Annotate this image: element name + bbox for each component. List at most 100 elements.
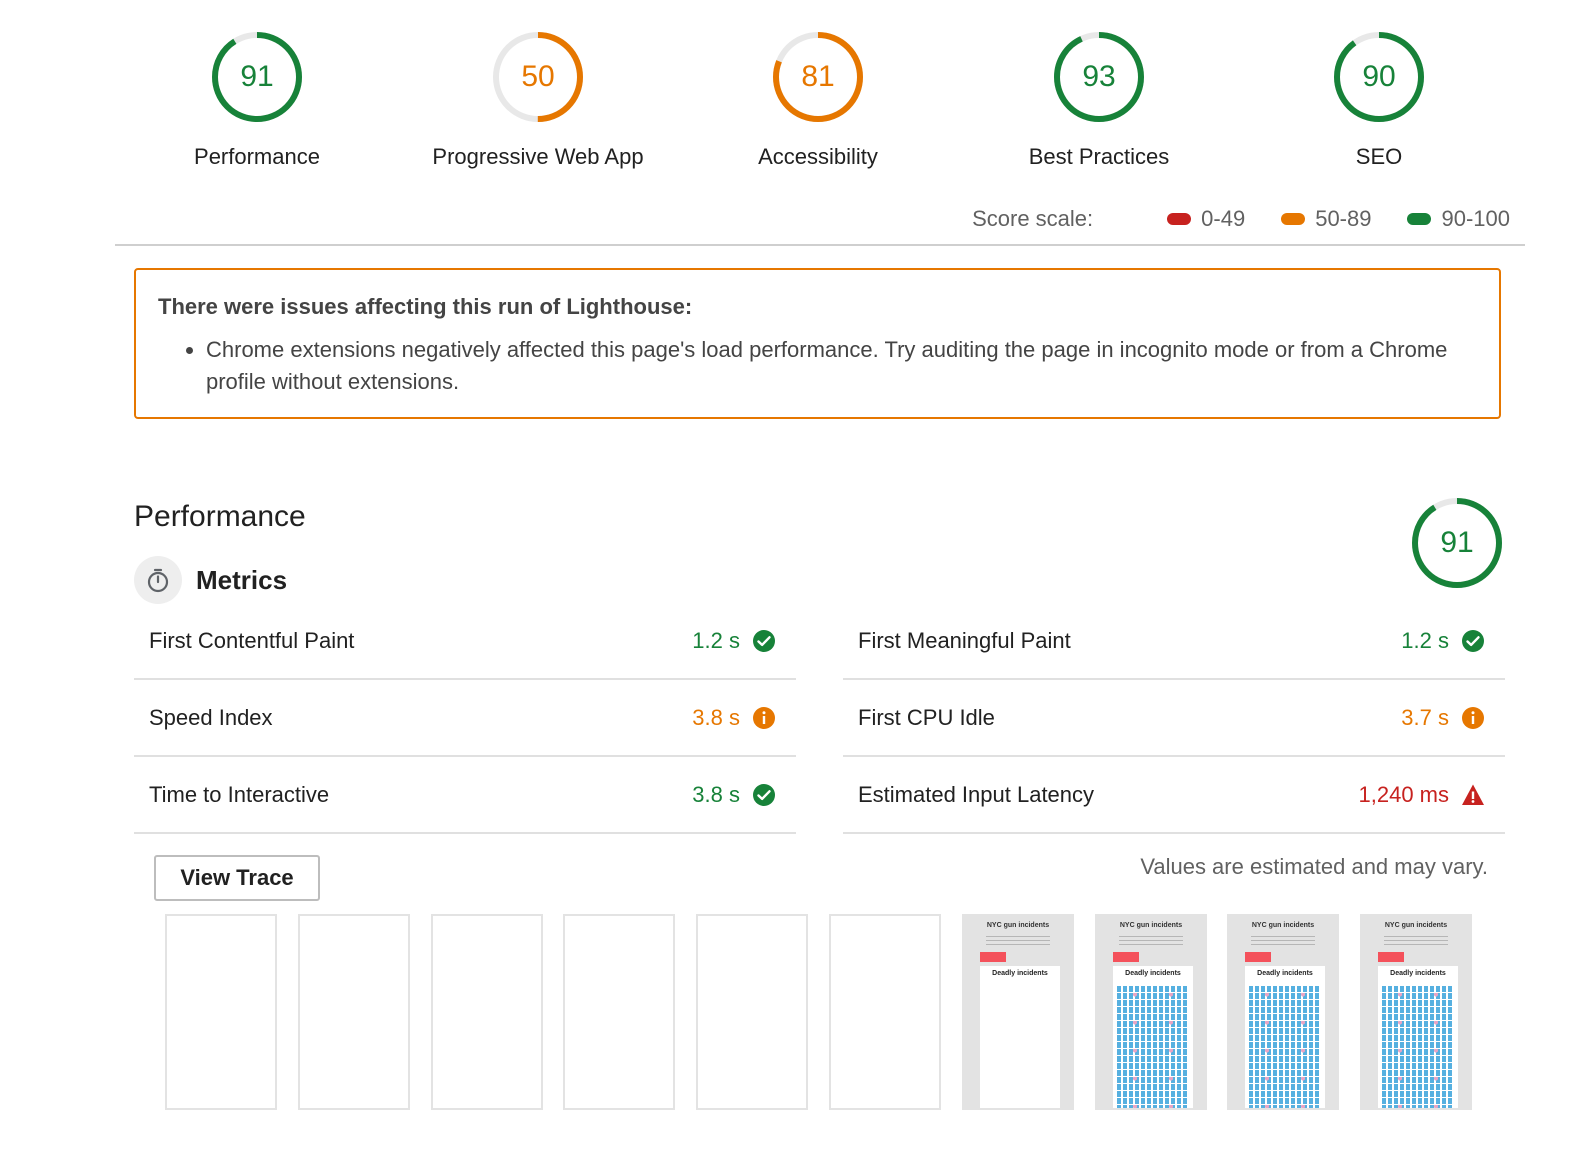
frame-title: NYC gun incidents (1251, 922, 1315, 929)
frame-card-title: Deadly incidents (1257, 970, 1313, 977)
gauge-label: Best Practices (1028, 144, 1170, 169)
filmstrip-frame (298, 914, 410, 1110)
metric-name: Time to Interactive (149, 782, 330, 807)
gauge-label: Accessibility (758, 144, 878, 169)
metrics-title: Metrics (196, 564, 288, 595)
frame-red-button (1245, 952, 1271, 962)
metric-value: 3.7 s (1401, 705, 1449, 730)
score-scale: Score scale: 0-49 50-89 90-100 (972, 206, 1510, 232)
metric-value-wrap: 1,240 ms (1359, 782, 1486, 808)
metrics-header: Metrics (134, 556, 287, 604)
frame-red-button (1378, 952, 1404, 962)
estimate-note: Values are estimated and may vary. (1140, 854, 1488, 879)
scale-item-fail: 0-49 (1167, 206, 1245, 232)
frame-text-lines (1384, 936, 1448, 946)
gauge-label: SEO (1355, 144, 1403, 169)
scale-range-label: 50-89 (1315, 206, 1372, 231)
metric-first-cpu-idle: First CPU Idle 3.7 s (843, 681, 1505, 757)
metric-name: First Contentful Paint (149, 628, 355, 653)
gauge-ring: 90 (1334, 32, 1424, 122)
metric-value: 1.2 s (1401, 628, 1449, 653)
scale-item-average: 50-89 (1281, 206, 1371, 232)
metric-name: Speed Index (149, 705, 273, 730)
pill-average-icon (1281, 213, 1306, 225)
filmstrip-frame: NYC gun incidents Deadly incidents (1095, 914, 1207, 1110)
gauge-ring: 50 (493, 32, 583, 122)
frame-card-title: Deadly incidents (1125, 970, 1181, 977)
gauge-ring: 93 (1054, 32, 1144, 122)
score-scale-title: Score scale: (972, 206, 1094, 231)
gauge-seo[interactable]: 90 SEO (1239, 30, 1519, 170)
frame-title: NYC gun incidents (1384, 922, 1448, 929)
metric-value-wrap: 3.8 s (692, 705, 776, 731)
metric-speed-index: Speed Index 3.8 s (134, 681, 796, 757)
warning-triangle-icon (1461, 783, 1485, 807)
pill-pass-icon (1407, 213, 1432, 225)
metric-name: First CPU Idle (858, 705, 995, 730)
filmstrip-frame (829, 914, 941, 1110)
metric-value: 1.2 s (692, 628, 740, 653)
performance-section-title: Performance (134, 500, 306, 533)
pill-fail-icon (1167, 213, 1192, 225)
filmstrip-frame (563, 914, 675, 1110)
people-grid-icon (1117, 986, 1189, 1108)
gauge-pwa[interactable]: 50 Progressive Web App (398, 30, 678, 170)
gauge-ring: 81 (773, 32, 863, 122)
gauge-label: Progressive Web App (432, 144, 644, 169)
metric-name: Estimated Input Latency (858, 782, 1095, 807)
performance-score-gauge: 91 (1412, 498, 1502, 588)
frame-card: Deadly incidents (980, 966, 1060, 1108)
stopwatch-icon (134, 556, 182, 604)
info-circle-icon (752, 706, 776, 730)
scale-range-label: 90-100 (1441, 206, 1510, 231)
info-circle-icon (1461, 706, 1485, 730)
metric-value-wrap: 3.8 s (692, 782, 776, 808)
metric-value-wrap: 1.2 s (1401, 628, 1485, 654)
frame-card: Deadly incidents (1113, 966, 1193, 1108)
filmstrip-frame (431, 914, 543, 1110)
filmstrip: NYC gun incidents Deadly incidents NYC gun… (165, 914, 1475, 1112)
run-warnings-box: There were issues affecting this run of … (134, 268, 1501, 419)
frame-text-lines (1119, 936, 1183, 946)
metric-value-wrap: 1.2 s (692, 628, 776, 654)
gauge-score: 81 (801, 60, 834, 93)
scale-item-pass: 90-100 (1407, 206, 1510, 232)
gauge-label: Performance (194, 144, 320, 169)
gauge-best-practices[interactable]: 93 Best Practices (959, 30, 1239, 170)
filmstrip-frame (165, 914, 277, 1110)
filmstrip-frame: NYC gun incidents Deadly incidents (1360, 914, 1472, 1110)
frame-card: Deadly incidents (1245, 966, 1325, 1108)
metric-name: First Meaningful Paint (858, 628, 1071, 653)
filmstrip-frame: NYC gun incidents Deadly incidents (962, 914, 1074, 1110)
gauge-ring: 91 (212, 32, 302, 122)
gauge-accessibility[interactable]: 81 Accessibility (678, 30, 958, 170)
filmstrip-frame: NYC gun incidents Deadly incidents (1227, 914, 1339, 1110)
performance-score: 91 (1440, 526, 1473, 559)
metric-time-to-interactive: Time to Interactive 3.8 s (134, 758, 796, 834)
check-circle-icon (752, 783, 776, 807)
frame-red-button (980, 952, 1006, 962)
frame-red-button (1113, 952, 1139, 962)
warning-list: Chrome extensions negatively affected th… (158, 334, 1477, 398)
header-divider (115, 244, 1525, 246)
frame-card-title: Deadly incidents (992, 970, 1048, 977)
view-trace-button[interactable]: View Trace (154, 855, 320, 901)
metric-first-contentful-paint: First Contentful Paint 1.2 s (134, 604, 796, 680)
metric-value: 3.8 s (692, 705, 740, 730)
people-grid-icon (1249, 986, 1321, 1108)
gauge-performance[interactable]: 91 Performance (117, 30, 397, 170)
gauge-score: 50 (521, 60, 554, 93)
frame-text-lines (1251, 936, 1315, 946)
frame-card: Deadly incidents (1378, 966, 1458, 1108)
metric-value: 3.8 s (692, 782, 740, 807)
gauge-score: 90 (1362, 60, 1395, 93)
metric-estimated-input-latency: Estimated Input Latency 1,240 ms (843, 758, 1505, 834)
filmstrip-frame (696, 914, 808, 1110)
check-circle-icon (752, 629, 776, 653)
people-grid-icon (1382, 986, 1454, 1108)
frame-title: NYC gun incidents (986, 922, 1050, 929)
warning-title: There were issues affecting this run of … (158, 294, 693, 319)
frame-card-title: Deadly incidents (1390, 970, 1446, 977)
frame-text-lines (986, 936, 1050, 946)
warning-item: Chrome extensions negatively affected th… (206, 334, 1477, 398)
